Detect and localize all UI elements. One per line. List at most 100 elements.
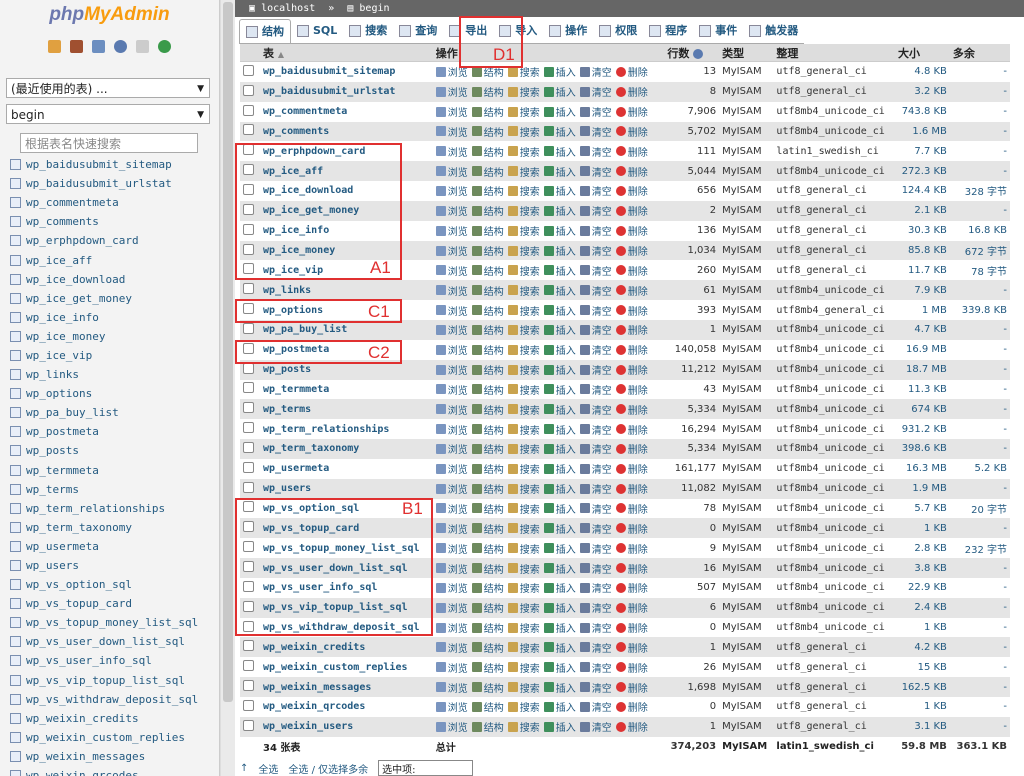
action-search[interactable]: 搜索 [507,283,540,298]
tab-query[interactable]: 查询 [393,19,443,42]
sidebar-table-item[interactable]: wp_ice_vip [10,346,198,365]
action-empty[interactable]: 清空 [579,561,612,576]
action-insert[interactable]: 插入 [543,600,576,615]
action-empty[interactable]: 清空 [579,84,612,99]
sidebar-table-label[interactable]: wp_usermeta [26,540,99,553]
row-size[interactable]: 16.9 MB [894,339,950,360]
table-name-link[interactable]: wp_terms [260,399,433,420]
row-size[interactable]: 3.8 KB [894,558,950,578]
sidebar-table-item[interactable]: wp_vs_user_down_list_sql [10,632,198,651]
sidebar-table-item[interactable]: wp_links [10,365,198,384]
table-name-link[interactable]: wp_weixin_users [260,716,433,737]
table-icon[interactable] [10,770,21,776]
action-insert[interactable]: 插入 [543,402,576,417]
row-size[interactable]: 4.2 KB [894,637,950,658]
table-icon[interactable] [10,750,21,762]
action-structure[interactable]: 结构 [471,600,504,615]
copy-icon[interactable] [136,39,149,53]
tab-search[interactable]: 搜索 [343,19,393,42]
action-search[interactable]: 搜索 [507,640,540,655]
action-structure[interactable]: 结构 [471,84,504,99]
col-header-rows[interactable]: 行数 [664,44,720,62]
action-drop[interactable]: 删除 [615,164,648,179]
action-structure[interactable]: 结构 [471,322,504,337]
row-checkbox[interactable] [243,640,254,652]
row-size[interactable]: 4.7 KB [894,319,950,340]
action-empty[interactable]: 清空 [579,501,612,516]
row-size[interactable]: 931.2 KB [894,419,950,440]
sidebar-table-item[interactable]: wp_weixin_qrcodes [10,766,198,776]
action-empty[interactable]: 清空 [579,243,612,258]
sidebar-table-item[interactable]: wp_ice_get_money [10,289,198,308]
sidebar-table-label[interactable]: wp_pa_buy_list [26,406,119,419]
row-size[interactable]: 3.1 KB [894,716,950,737]
table-icon[interactable] [10,636,21,648]
action-browse[interactable]: 浏览 [435,620,468,635]
with-selected-select[interactable]: 选中项: [378,760,474,776]
action-search[interactable]: 搜索 [507,164,540,179]
table-icon[interactable] [10,521,21,533]
action-drop[interactable]: 删除 [615,501,648,516]
action-insert[interactable]: 插入 [543,283,576,298]
sidebar-table-item[interactable]: wp_vs_withdraw_deposit_sql [10,690,198,709]
action-browse[interactable]: 浏览 [435,541,468,556]
table-icon[interactable] [10,369,21,381]
action-empty[interactable]: 清空 [579,481,612,496]
action-drop[interactable]: 删除 [615,203,648,218]
sidebar-table-label[interactable]: wp_weixin_credits [26,712,139,725]
action-browse[interactable]: 浏览 [435,521,468,536]
action-structure[interactable]: 结构 [471,561,504,576]
action-drop[interactable]: 删除 [615,124,648,139]
action-empty[interactable]: 清空 [579,660,612,675]
action-browse[interactable]: 浏览 [435,303,468,318]
action-structure[interactable]: 结构 [471,461,504,476]
sidebar-table-item[interactable]: wp_usermeta [10,537,198,556]
action-browse[interactable]: 浏览 [435,263,468,278]
uncheck-all-link[interactable]: 全选 / 仅选择多余 [288,761,368,776]
row-checkbox[interactable] [243,322,254,334]
action-structure[interactable]: 结构 [471,402,504,417]
action-empty[interactable]: 清空 [579,104,612,119]
action-search[interactable]: 搜索 [507,144,540,159]
col-header-table[interactable]: 表 ▲ [260,44,433,62]
sidebar-table-label[interactable]: wp_vs_withdraw_deposit_sql [26,693,198,706]
action-browse[interactable]: 浏览 [435,164,468,179]
action-browse[interactable]: 浏览 [435,283,468,298]
sidebar-table-item[interactable]: wp_termmeta [10,461,198,480]
sidebar-table-label[interactable]: wp_comments [26,215,99,228]
table-icon[interactable] [10,483,21,495]
row-size[interactable]: 162.5 KB [894,677,950,697]
sidebar-table-item[interactable]: wp_postmeta [10,422,198,441]
action-drop[interactable]: 删除 [615,183,648,198]
row-size[interactable]: 2.4 KB [894,597,950,618]
action-browse[interactable]: 浏览 [435,422,468,437]
action-search[interactable]: 搜索 [507,422,540,437]
table-name-link[interactable]: wp_usermeta [260,458,433,479]
action-empty[interactable]: 清空 [579,580,612,595]
sidebar-table-label[interactable]: wp_terms [26,483,79,496]
action-empty[interactable]: 清空 [579,342,612,357]
row-checkbox[interactable] [243,104,254,116]
logout-icon[interactable] [70,39,83,53]
col-header-size[interactable]: 大小 [894,44,950,62]
table-name-link[interactable]: wp_baidusubmit_sitemap [260,61,433,82]
table-icon[interactable] [10,731,21,743]
sidebar-table-label[interactable]: wp_ice_download [26,273,125,286]
sidebar-table-item[interactable]: wp_vs_option_sql [10,575,198,594]
action-insert[interactable]: 插入 [543,104,576,119]
action-search[interactable]: 搜索 [507,183,540,198]
action-drop[interactable]: 删除 [615,402,648,417]
action-structure[interactable]: 结构 [471,283,504,298]
sidebar-table-item[interactable]: wp_posts [10,441,198,460]
action-structure[interactable]: 结构 [471,263,504,278]
row-size[interactable]: 4.8 KB [894,61,950,82]
action-structure[interactable]: 结构 [471,501,504,516]
action-insert[interactable]: 插入 [543,441,576,456]
tab-triggers[interactable]: 触发器 [743,19,804,42]
action-drop[interactable]: 删除 [615,223,648,238]
action-search[interactable]: 搜索 [507,382,540,397]
action-empty[interactable]: 清空 [579,422,612,437]
table-icon[interactable] [10,560,21,572]
table-icon[interactable] [10,579,21,591]
table-name-link[interactable]: wp_weixin_credits [260,637,433,658]
